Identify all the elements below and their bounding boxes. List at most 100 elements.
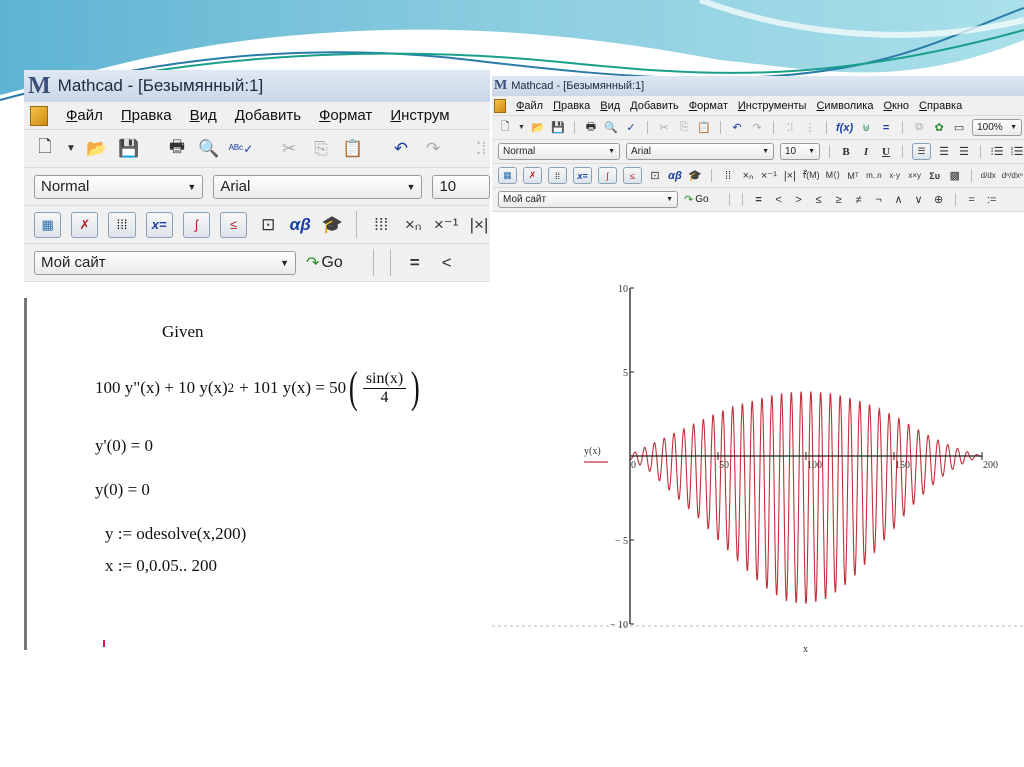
bullet-list-icon[interactable]: ⁝☰: [990, 144, 1004, 160]
underline-button[interactable]: U: [879, 144, 893, 160]
italic-button[interactable]: I: [859, 144, 873, 160]
align-icon[interactable]: ⁚⁞: [470, 137, 490, 161]
transpose-icon[interactable]: Mᵀ: [846, 168, 860, 184]
insert-matrix-icon[interactable]: ⁞⁞: [721, 168, 735, 184]
open-folder-icon[interactable]: 📂: [531, 120, 545, 136]
bool-not-button[interactable]: ¬: [872, 192, 886, 208]
print-icon[interactable]: 🖶: [584, 120, 598, 136]
graph-palette-icon[interactable]: ✗: [523, 167, 542, 184]
align-across-icon[interactable]: ⁚⁞: [783, 120, 797, 136]
evaluation-palette-icon[interactable]: x=: [145, 211, 173, 238]
worksheet[interactable]: Given 100 y"(x) + 10 y(x) 2 + 101 y(x) =…: [24, 298, 490, 650]
zoom-select[interactable]: 100% ▼: [972, 119, 1023, 136]
initial-condition-derivative[interactable]: y'(0) = 0: [95, 436, 153, 456]
calculus-palette-icon[interactable]: ∫: [598, 167, 617, 184]
symbolic-palette-icon[interactable]: 🎓: [321, 213, 343, 237]
equals-button[interactable]: =: [404, 251, 426, 275]
menu-insert[interactable]: Добавить: [630, 100, 679, 112]
copy-icon[interactable]: ⎘: [677, 120, 691, 136]
determinant-icon[interactable]: |×|: [468, 213, 490, 237]
bool-less-button[interactable]: <: [772, 192, 786, 208]
print-preview-icon[interactable]: 🔍: [604, 120, 618, 136]
paste-icon[interactable]: 📋: [697, 120, 711, 136]
undo-icon[interactable]: ↶: [730, 120, 744, 136]
menu-view[interactable]: Вид: [600, 100, 620, 112]
calculate-icon[interactable]: =: [879, 120, 893, 136]
insert-function-icon[interactable]: f(x): [836, 120, 853, 136]
derivative-icon[interactable]: d/dx: [981, 168, 996, 184]
graph-palette-icon[interactable]: ✗: [71, 211, 99, 238]
menu-file[interactable]: Файл: [516, 100, 543, 112]
determinant-icon[interactable]: |×|: [783, 168, 797, 184]
worksheet[interactable]: 0 50 100 150 200 10 5 − 5 − 10 y(x) x: [492, 216, 1024, 680]
bool-and-button[interactable]: ∧: [892, 192, 906, 208]
resources-select[interactable]: Мой сайт ▼: [34, 250, 296, 275]
menu-format[interactable]: Формат: [689, 100, 728, 112]
vectorize-icon[interactable]: f⃗(M): [803, 168, 820, 184]
menu-file[interactable]: Файл: [66, 107, 103, 124]
bool-or-button[interactable]: ∨: [912, 192, 926, 208]
spell-check-icon[interactable]: ᴬᴮᶜ✓: [229, 137, 254, 161]
go-button[interactable]: ↷ Go: [684, 193, 709, 206]
numbered-list-icon[interactable]: ⁞☰: [1010, 144, 1024, 160]
menu-window[interactable]: Окно: [883, 100, 909, 112]
bold-button[interactable]: B: [839, 144, 853, 160]
cut-icon[interactable]: ✂: [278, 137, 300, 161]
calculator-palette-icon[interactable]: ▦: [34, 211, 62, 238]
document-icon[interactable]: [30, 105, 48, 126]
menu-edit[interactable]: Правка: [121, 107, 172, 124]
font-select[interactable]: Arial ▼: [213, 174, 423, 199]
component-icon[interactable]: ✿: [932, 120, 946, 136]
greek-palette-icon[interactable]: αβ: [289, 213, 311, 237]
align-left-icon[interactable]: ☰: [912, 143, 931, 160]
initial-condition-value[interactable]: y(0) = 0: [95, 480, 150, 500]
align-right-icon[interactable]: ☰: [957, 144, 971, 160]
style-select[interactable]: Normal ▼: [498, 143, 620, 160]
align-center-icon[interactable]: ☰: [937, 144, 951, 160]
xy-plot[interactable]: 0 50 100 150 200 10 5 − 5 − 10 y(x) x: [492, 216, 1024, 680]
resources-select[interactable]: Мой сайт ▼: [498, 191, 678, 208]
chevron-down-icon[interactable]: ▼: [66, 137, 76, 161]
menu-symbolics[interactable]: Символика: [816, 100, 873, 112]
range-variable-icon[interactable]: m..n: [866, 168, 882, 184]
menu-format[interactable]: Формат: [319, 107, 372, 124]
inverse-icon[interactable]: ×⁻¹: [761, 168, 777, 184]
menu-insert[interactable]: Добавить: [235, 107, 301, 124]
less-than-button[interactable]: <: [436, 251, 458, 275]
open-folder-icon[interactable]: 📂: [86, 137, 108, 161]
odesolve-definition[interactable]: y := odesolve(x,200): [105, 524, 246, 544]
symbolic-palette-icon[interactable]: 🎓: [688, 168, 702, 184]
bool-greater-button[interactable]: >: [792, 192, 806, 208]
matrix-column-icon[interactable]: M⟨⟩: [826, 168, 841, 184]
window-icon[interactable]: ▭: [952, 120, 966, 136]
spell-check-icon[interactable]: ✓: [624, 120, 638, 136]
font-size-select[interactable]: 10: [432, 174, 490, 199]
redo-icon[interactable]: ↷: [750, 120, 764, 136]
insert-unit-icon[interactable]: ⊎: [859, 120, 873, 136]
bool-not-equal-button[interactable]: ≠: [852, 192, 866, 208]
print-preview-icon[interactable]: 🔍: [198, 137, 220, 161]
go-button[interactable]: ↷ Go: [306, 253, 343, 273]
greek-palette-icon[interactable]: αβ: [668, 168, 682, 184]
font-select[interactable]: Arial ▼: [626, 143, 774, 160]
document-icon[interactable]: [494, 98, 506, 113]
range-definition[interactable]: x := 0,0.05.. 200: [105, 556, 217, 576]
picture-icon[interactable]: ▩: [948, 168, 962, 184]
new-document-icon[interactable]: 🗋: [34, 137, 56, 161]
chevron-down-icon[interactable]: ▼: [518, 120, 525, 136]
calculus-palette-icon[interactable]: ∫: [182, 211, 211, 238]
programming-palette-icon[interactable]: ⊡: [648, 168, 662, 184]
vector-sum-icon[interactable]: Συ: [928, 168, 942, 184]
menu-tools[interactable]: Инструм: [390, 107, 449, 124]
cut-icon[interactable]: ✂: [657, 120, 671, 136]
dot-product-icon[interactable]: x·y: [888, 168, 902, 184]
bool-equal-button[interactable]: =: [752, 192, 766, 208]
menu-view[interactable]: Вид: [190, 107, 217, 124]
bool-xor-button[interactable]: ⊕: [932, 192, 946, 208]
redo-icon[interactable]: ↷: [422, 137, 444, 161]
undo-icon[interactable]: ↶: [390, 137, 412, 161]
menu-tools[interactable]: Инструменты: [738, 100, 807, 112]
evaluate-button[interactable]: =: [965, 192, 979, 208]
bool-greater-equal-button[interactable]: ≥: [832, 192, 846, 208]
menu-help[interactable]: Справка: [919, 100, 962, 112]
